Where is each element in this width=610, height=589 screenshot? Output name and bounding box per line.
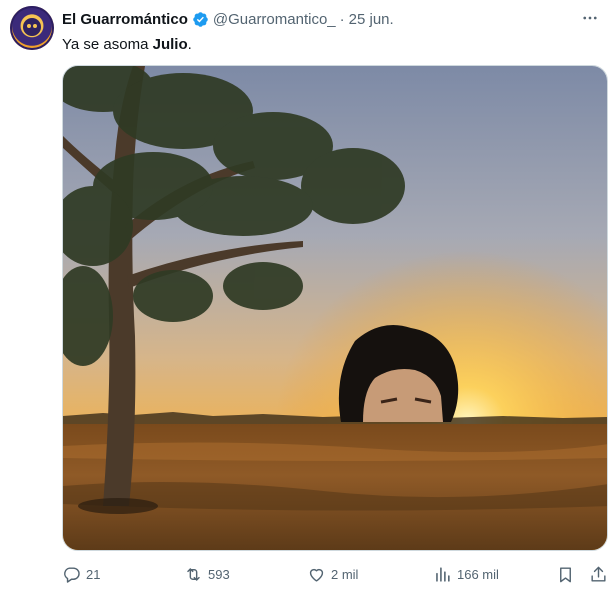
retweet-count: 593 <box>208 566 230 582</box>
bookmark-icon <box>560 566 571 582</box>
views-chart-icon <box>436 566 450 582</box>
reply-button[interactable]: 21 <box>62 562 100 586</box>
views-count: 166 mil <box>457 566 499 582</box>
bookmark-button[interactable] <box>556 562 575 586</box>
share-icon <box>591 566 606 582</box>
retweet-icon <box>187 567 200 581</box>
reply-icon <box>64 566 80 583</box>
separator-dot: · <box>339 10 345 28</box>
retweet-button[interactable]: 593 <box>184 562 230 586</box>
avatar[interactable] <box>10 6 54 50</box>
action-bar: 21 593 2 mil 166 mil <box>62 562 608 586</box>
heart-icon <box>309 568 324 582</box>
tweet-text-bold: Julio <box>152 36 188 53</box>
tweet-date[interactable]: 25 jun. <box>349 11 394 28</box>
author-name[interactable]: El Guarromántico <box>62 11 188 28</box>
like-button[interactable]: 2 mil <box>307 562 358 586</box>
tweet-header: El Guarromántico @Guarromantico_ · 25 ju… <box>62 9 394 29</box>
more-icon[interactable] <box>580 8 600 28</box>
verified-badge-icon <box>192 11 209 28</box>
tweet-text-suffix: . <box>187 36 192 53</box>
avatar-mascot <box>23 18 41 36</box>
reply-count: 21 <box>86 566 101 582</box>
author-handle[interactable]: @Guarromantico_ <box>213 11 336 28</box>
tweet-text-prefix: Ya se asoma <box>62 36 153 53</box>
views-button[interactable]: 166 mil <box>433 562 499 586</box>
tweet-text: Ya se asoma Julio. <box>62 35 192 55</box>
tweet-image[interactable] <box>62 65 608 551</box>
sunset-field-photo <box>63 66 607 550</box>
tweet[interactable]: El Guarromántico @Guarromantico_ · 25 ju… <box>0 0 610 589</box>
like-count: 2 mil <box>331 566 359 582</box>
share-button[interactable] <box>589 562 608 586</box>
